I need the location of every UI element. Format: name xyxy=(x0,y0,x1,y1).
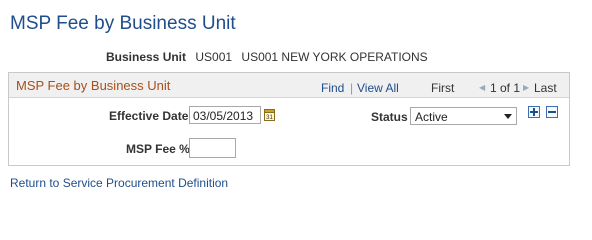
add-row-icon[interactable] xyxy=(528,106,540,118)
status-label: Status xyxy=(371,110,408,124)
grid-title: MSP Fee by Business Unit xyxy=(16,78,171,93)
business-unit-label: Business Unit xyxy=(106,50,187,64)
status-value: Active xyxy=(415,110,448,124)
return-link[interactable]: Return to Service Procurement Definition xyxy=(10,176,228,190)
delete-row-icon[interactable] xyxy=(546,106,558,118)
page-title: MSP Fee by Business Unit xyxy=(10,13,236,34)
calendar-icon[interactable]: 31 xyxy=(264,108,275,121)
msp-fee-label: MSP Fee % xyxy=(126,142,190,156)
next-arrow-icon: ▶ xyxy=(523,83,530,92)
effective-date-input[interactable]: 03/05/2013 xyxy=(189,106,261,124)
row-count: 1 of 1 xyxy=(490,81,521,95)
svg-text:31: 31 xyxy=(266,115,273,121)
find-link[interactable]: Find xyxy=(321,81,344,95)
msp-fee-input[interactable] xyxy=(189,138,236,158)
effective-date-label: Effective Date xyxy=(109,109,189,123)
msp-fee-grid: MSP Fee by Business Unit Find | View All… xyxy=(8,72,570,166)
nav-separator: | xyxy=(350,81,354,95)
business-unit-row: Business Unit US001 US001 NEW YORK OPERA… xyxy=(106,50,428,64)
business-unit-description: US001 NEW YORK OPERATIONS xyxy=(241,50,428,64)
prev-arrow-icon: ◀ xyxy=(479,83,486,92)
last-link: Last xyxy=(534,81,557,95)
business-unit-value: US001 xyxy=(195,50,233,64)
status-select[interactable]: Active xyxy=(410,107,517,125)
first-link: First xyxy=(431,81,455,95)
grid-header: MSP Fee by Business Unit Find | View All… xyxy=(9,73,569,98)
view-all-link[interactable]: View All xyxy=(357,81,399,95)
dropdown-arrow-icon xyxy=(504,114,512,119)
